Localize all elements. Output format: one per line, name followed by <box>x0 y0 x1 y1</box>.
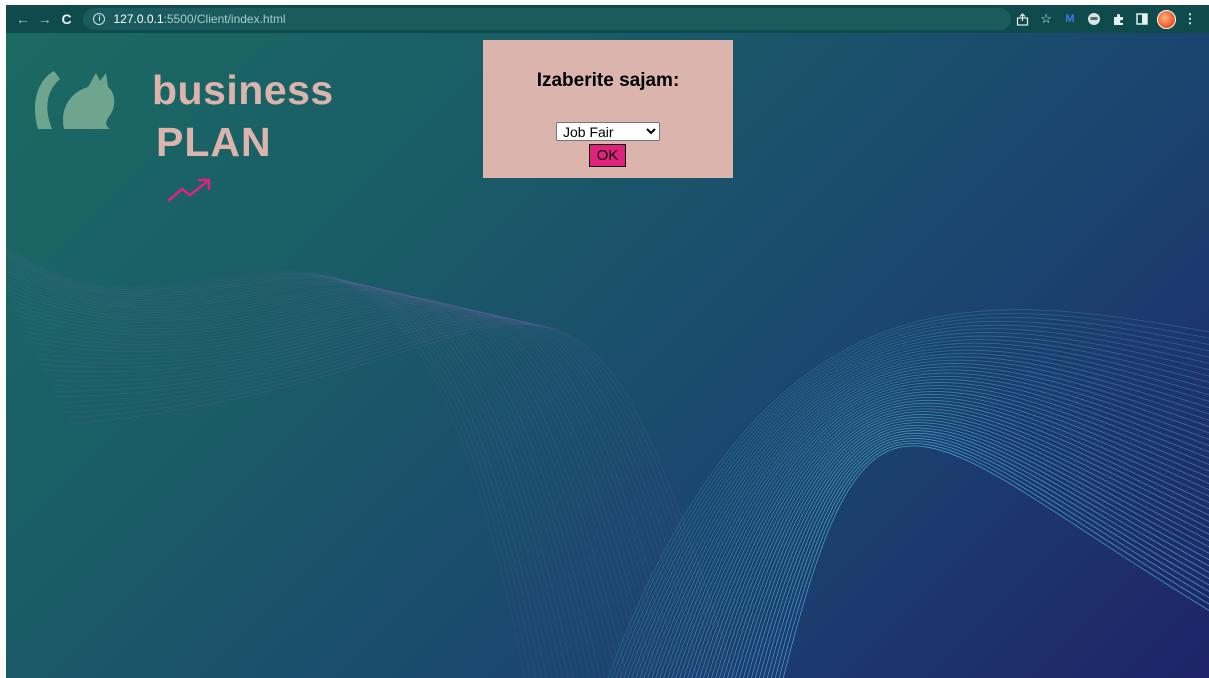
sidepanel-icon[interactable] <box>1131 8 1153 30</box>
ok-button[interactable]: OK <box>589 144 626 167</box>
fair-select-dropdown[interactable]: Job Fair <box>556 122 660 141</box>
page-content: business PLAN Izaberite sajam: Job Fair … <box>6 33 1209 678</box>
url-path: :5500/Client/index.html <box>163 12 286 26</box>
wave-line <box>30 303 655 678</box>
logo: business PLAN <box>26 51 333 202</box>
wave-line <box>63 320 720 678</box>
toolbar-right: ☆ M ⋮ <box>1011 8 1209 30</box>
logo-text-business: business <box>152 67 334 113</box>
wave-line <box>667 363 1209 678</box>
wave-line <box>22 299 639 678</box>
wave-line <box>68 322 731 678</box>
wave-line <box>46 311 688 678</box>
wave-line <box>758 430 1209 678</box>
back-button[interactable]: ← <box>12 8 34 30</box>
reload-button[interactable]: C <box>56 8 78 30</box>
wave-line <box>754 427 1209 678</box>
wave-line <box>778 442 1209 678</box>
wave-line <box>770 437 1209 678</box>
wave-line <box>6 246 526 678</box>
wave-line <box>19 298 634 678</box>
extension-robot-icon[interactable] <box>1083 8 1105 30</box>
wave-line <box>719 402 1209 678</box>
wave-line <box>57 317 709 678</box>
wave-line <box>52 314 698 678</box>
site-info-icon[interactable]: i <box>93 13 106 25</box>
browser-toolbar: ← → C i 127.0.0.1:5500/Client/index.html… <box>6 5 1209 33</box>
forward-button[interactable]: → <box>34 8 56 30</box>
extension-m-icon[interactable]: M <box>1059 8 1081 30</box>
dialog-title: Izaberite sajam: <box>536 70 680 91</box>
wave-line <box>6 289 601 678</box>
puzzle-icon[interactable] <box>1107 8 1129 30</box>
logo-text-plan-word: PLAN <box>156 119 272 165</box>
wave-line <box>659 356 1209 678</box>
wave-line <box>6 280 591 678</box>
trend-arrow-icon <box>167 178 211 202</box>
wave-line <box>739 416 1209 678</box>
wave-line <box>774 440 1209 678</box>
wave-line <box>615 317 1209 678</box>
wave-line <box>727 408 1209 678</box>
profile-avatar[interactable] <box>1155 8 1177 30</box>
wave-line <box>6 254 547 678</box>
wave-line <box>643 342 1209 678</box>
wave-line <box>611 313 1209 678</box>
browser-window: ← → C i 127.0.0.1:5500/Client/index.html… <box>6 5 1209 678</box>
star-icon[interactable]: ☆ <box>1035 8 1057 30</box>
wave-line <box>707 394 1209 678</box>
wave-line <box>55 315 704 678</box>
wave-line <box>782 445 1209 678</box>
fair-select-dialog: Izaberite sajam: Job Fair OK <box>483 40 733 178</box>
wave-line <box>60 318 714 678</box>
wave-line <box>6 260 558 678</box>
cat-logo-icon <box>34 71 115 129</box>
address-bar[interactable]: i 127.0.0.1:5500/Client/index.html <box>83 8 1012 30</box>
wave-line <box>663 359 1209 678</box>
wave-line <box>703 391 1209 678</box>
wave-line <box>65 321 725 678</box>
wave-line <box>747 422 1209 678</box>
kebab-menu-icon[interactable]: ⋮ <box>1179 8 1201 30</box>
url-host: 127.0.0.1 <box>113 12 164 26</box>
wave-line <box>651 349 1209 678</box>
share-icon[interactable] <box>1011 8 1033 30</box>
wave-line <box>699 388 1209 678</box>
wave-line <box>6 273 580 678</box>
wave-line <box>49 313 693 678</box>
wave-line <box>6 252 542 678</box>
logo-text-plan: PLAN <box>156 119 272 213</box>
